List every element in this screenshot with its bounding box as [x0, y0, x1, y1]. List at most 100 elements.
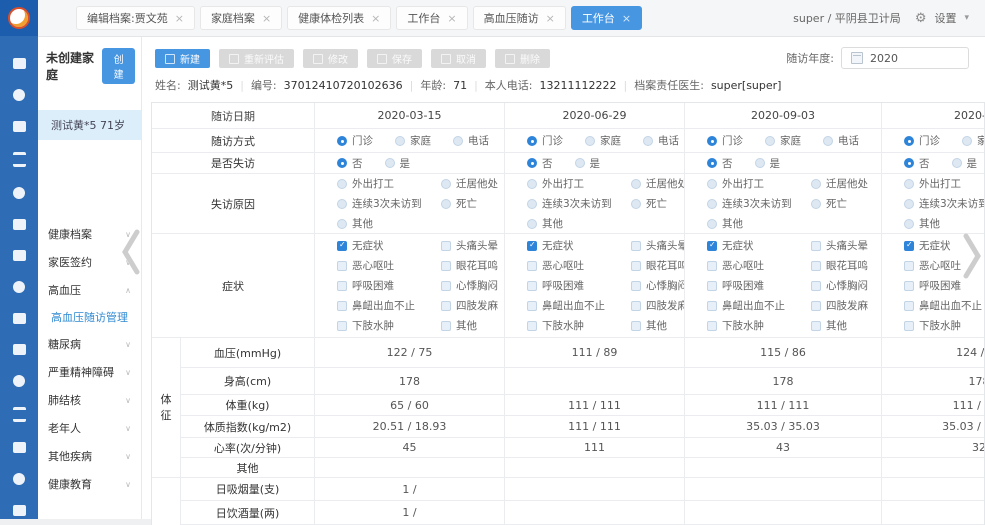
radio-外出打工[interactable]: 外出打工 [527, 176, 627, 191]
settings-label[interactable]: 设置 [934, 10, 956, 26]
tab-工作台[interactable]: 工作台× [396, 6, 467, 30]
rail-icon[interactable] [13, 281, 25, 293]
close-icon[interactable]: × [262, 13, 271, 24]
checkbox-其他[interactable]: 其他 [441, 318, 504, 333]
sidebar-item-糖尿病[interactable]: 糖尿病∨ [38, 330, 141, 358]
radio-电话[interactable]: 电话 [823, 133, 859, 148]
checkbox-眼花耳鸣[interactable]: 眼花耳鸣 [811, 258, 881, 273]
radio-外出打工[interactable]: 外出打工 [904, 176, 985, 191]
radio-死亡[interactable]: 死亡 [441, 196, 504, 211]
checkbox-呼吸困难[interactable]: 呼吸困难 [527, 278, 627, 293]
radio-连续3次未访到[interactable]: 连续3次未访到 [707, 196, 807, 211]
checkbox-眼花耳鸣[interactable]: 眼花耳鸣 [631, 258, 684, 273]
radio-是[interactable]: 是 [755, 156, 781, 171]
rail-icon[interactable] [13, 219, 26, 230]
app-logo[interactable] [0, 0, 38, 36]
radio-死亡[interactable]: 死亡 [811, 196, 881, 211]
close-icon[interactable]: × [546, 13, 555, 24]
rail-icon[interactable] [13, 375, 25, 387]
radio-电话[interactable]: 电话 [453, 133, 489, 148]
gear-icon[interactable]: ⚙ [915, 11, 927, 26]
checkbox-鼻衄出血不止[interactable]: 鼻衄出血不止 [904, 298, 985, 313]
radio-门诊[interactable]: 门诊 [904, 133, 940, 148]
radio-其他[interactable]: 其他 [337, 216, 437, 231]
checkbox-鼻衄出血不止[interactable]: 鼻衄出血不止 [527, 298, 627, 313]
sidebar-item-健康教育[interactable]: 健康教育∨ [38, 470, 141, 498]
checkbox-呼吸困难[interactable]: 呼吸困难 [337, 278, 437, 293]
checkbox-头痛头晕[interactable]: 头痛头晕 [441, 238, 504, 253]
checkbox-其他[interactable]: 其他 [811, 318, 881, 333]
checkbox-下肢水肿[interactable]: 下肢水肿 [337, 318, 437, 333]
scroll-left-icon[interactable] [118, 228, 144, 276]
checkbox-呼吸困难[interactable]: 呼吸困难 [707, 278, 807, 293]
checkbox-呼吸困难[interactable]: 呼吸困难 [904, 278, 985, 293]
rail-icon[interactable] [13, 505, 26, 516]
tab-家庭档案[interactable]: 家庭档案× [200, 6, 282, 30]
rail-icon[interactable] [13, 187, 25, 199]
删除-button[interactable]: 删除 [495, 49, 550, 68]
radio-电话[interactable]: 电话 [643, 133, 679, 148]
close-icon[interactable]: × [371, 13, 380, 24]
radio-否[interactable]: 否 [337, 156, 363, 171]
radio-外出打工[interactable]: 外出打工 [337, 176, 437, 191]
radio-其他[interactable]: 其他 [707, 216, 807, 231]
修改-button[interactable]: 修改 [303, 49, 358, 68]
visit-year-input[interactable]: 2020 [841, 47, 969, 69]
tab-健康体检列表[interactable]: 健康体检列表× [287, 6, 391, 30]
sidebar-subitem-高血压随访管理[interactable]: 高血压随访管理 [38, 304, 141, 330]
tab-高血压随访[interactable]: 高血压随访× [473, 6, 566, 30]
radio-连续3次未访到[interactable]: 连续3次未访到 [527, 196, 627, 211]
rail-icon[interactable] [13, 473, 25, 485]
重新评估-button[interactable]: 重新评估 [219, 49, 294, 68]
radio-外出打工[interactable]: 外出打工 [707, 176, 807, 191]
radio-家庭[interactable]: 家庭 [585, 133, 621, 148]
checkbox-下肢水肿[interactable]: 下肢水肿 [707, 318, 807, 333]
close-icon[interactable]: × [622, 13, 631, 24]
radio-连续3次未访到[interactable]: 连续3次未访到 [337, 196, 437, 211]
checkbox-其他[interactable]: 其他 [631, 318, 684, 333]
radio-死亡[interactable]: 死亡 [631, 196, 684, 211]
sidebar-item-老年人[interactable]: 老年人∨ [38, 414, 141, 442]
tab-工作台[interactable]: 工作台× [571, 6, 642, 30]
rail-icon[interactable] [13, 89, 25, 101]
checkbox-四肢发麻[interactable]: 四肢发麻 [811, 298, 881, 313]
sidebar-item-高血压[interactable]: 高血压∧ [38, 276, 141, 304]
checkbox-眼花耳鸣[interactable]: 眼花耳鸣 [441, 258, 504, 273]
checkbox-无症状[interactable]: 无症状 [337, 238, 437, 253]
新建-button[interactable]: 新建 [155, 49, 210, 68]
radio-迁居他处[interactable]: 迁居他处 [811, 176, 881, 191]
radio-连续3次未访到[interactable]: 连续3次未访到 [904, 196, 985, 211]
rail-icon[interactable] [13, 313, 26, 324]
close-icon[interactable]: × [447, 13, 456, 24]
sidebar-item-其他疾病[interactable]: 其他疾病∨ [38, 442, 141, 470]
checkbox-下肢水肿[interactable]: 下肢水肿 [904, 318, 985, 333]
checkbox-下肢水肿[interactable]: 下肢水肿 [527, 318, 627, 333]
radio-家庭[interactable]: 家庭 [765, 133, 801, 148]
radio-迁居他处[interactable]: 迁居他处 [631, 176, 684, 191]
checkbox-鼻衄出血不止[interactable]: 鼻衄出血不止 [337, 298, 437, 313]
radio-是[interactable]: 是 [952, 156, 978, 171]
radio-门诊[interactable]: 门诊 [337, 133, 373, 148]
create-button[interactable]: 创建 [102, 48, 135, 84]
patient-list-item[interactable]: 测试黄*5 71岁 [38, 110, 141, 140]
checkbox-恶心呕吐[interactable]: 恶心呕吐 [337, 258, 437, 273]
tab-编辑档案:贾文苑[interactable]: 编辑档案:贾文苑× [76, 6, 195, 30]
checkbox-无症状[interactable]: 无症状 [527, 238, 627, 253]
保存-button[interactable]: 保存 [367, 49, 422, 68]
sidebar-item-严重精神障碍[interactable]: 严重精神障碍∨ [38, 358, 141, 386]
radio-门诊[interactable]: 门诊 [527, 133, 563, 148]
rail-icon[interactable] [13, 121, 26, 132]
取消-button[interactable]: 取消 [431, 49, 486, 68]
checkbox-四肢发麻[interactable]: 四肢发麻 [631, 298, 684, 313]
checkbox-心悸胸闷[interactable]: 心悸胸闷 [631, 278, 684, 293]
radio-家庭[interactable]: 家庭 [395, 133, 431, 148]
radio-其他[interactable]: 其他 [527, 216, 627, 231]
radio-否[interactable]: 否 [904, 156, 930, 171]
checkbox-无症状[interactable]: 无症状 [707, 238, 807, 253]
checkbox-恶心呕吐[interactable]: 恶心呕吐 [707, 258, 807, 273]
checkbox-头痛头晕[interactable]: 头痛头晕 [811, 238, 881, 253]
rail-icon[interactable] [13, 442, 26, 453]
rail-icon[interactable] [13, 152, 26, 167]
radio-其他[interactable]: 其他 [904, 216, 985, 231]
checkbox-恶心呕吐[interactable]: 恶心呕吐 [527, 258, 627, 273]
